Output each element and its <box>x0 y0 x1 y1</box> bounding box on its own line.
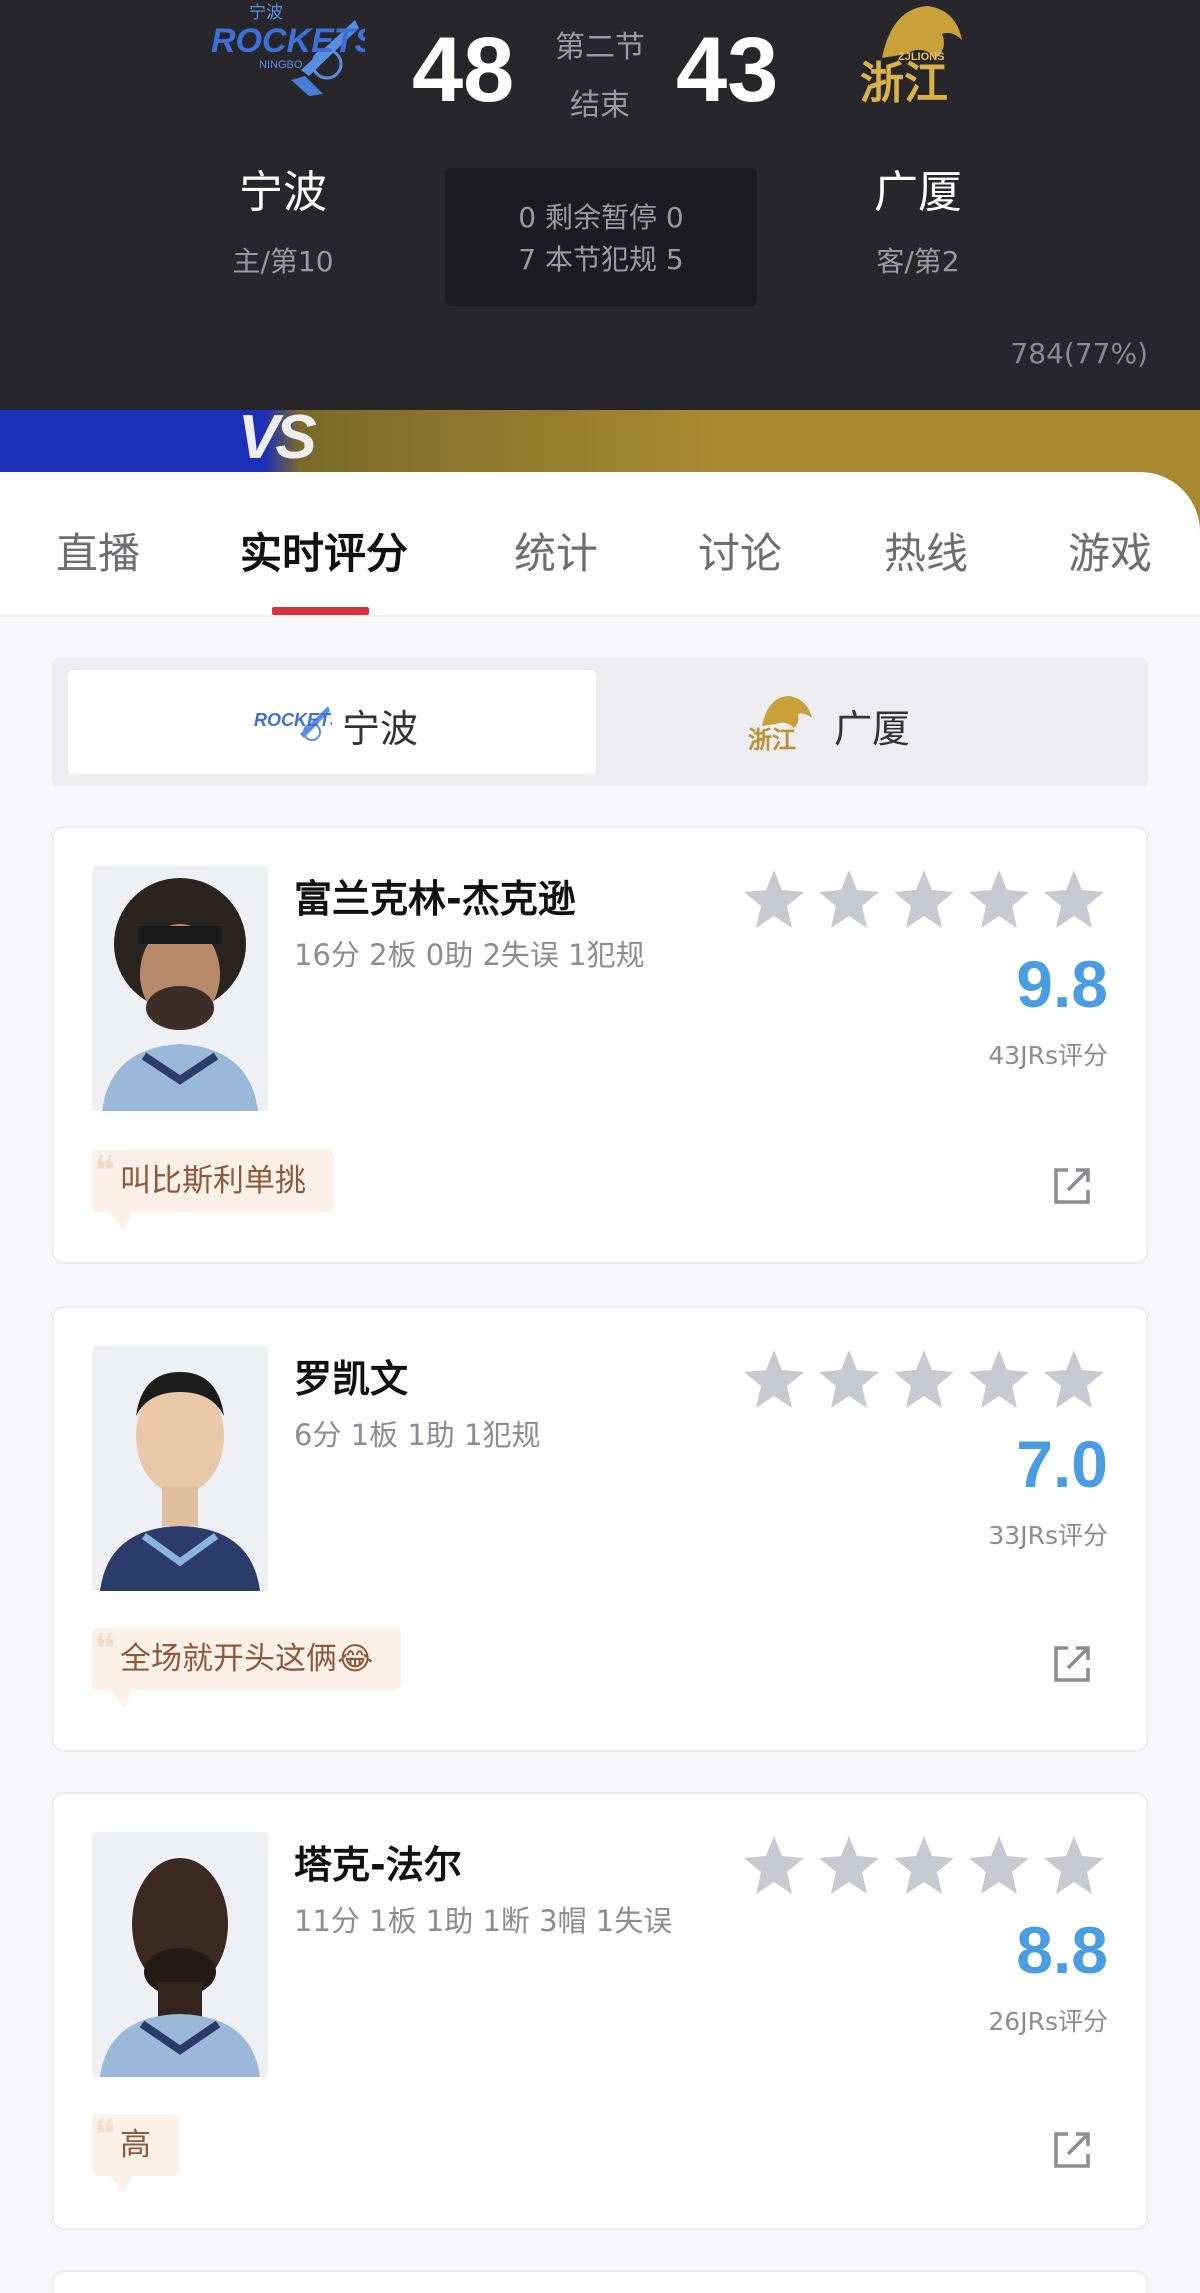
comment-tail <box>110 2176 132 2194</box>
period-fouls: 7 本节犯规 5 <box>518 243 684 276</box>
player-rating: 9.8 <box>1016 947 1108 1021</box>
star-icon <box>744 1836 804 1894</box>
star-icon <box>819 870 879 928</box>
player-photo <box>92 866 268 1111</box>
home-score: 48 <box>412 19 515 121</box>
svg-text:ROCKETS: ROCKETS <box>254 710 332 730</box>
star-icon <box>1044 1836 1104 1894</box>
period-status: 结束 <box>570 88 630 123</box>
player-rating: 8.8 <box>1016 1913 1108 1987</box>
team-switch-home[interactable]: ROCKETS 宁波 <box>68 670 596 774</box>
quote-icon: ❝ <box>94 2112 116 2158</box>
star-icon <box>744 1350 804 1408</box>
star-icon <box>1044 870 1104 928</box>
player-rating: 7.0 <box>1016 1427 1108 1501</box>
comment-text: 叫比斯利单挑 <box>120 1163 306 1199</box>
rating-stars[interactable] <box>744 1348 1114 1414</box>
player-photo <box>92 1832 268 2077</box>
tab-bar: 直播 实时评分 统计 讨论 热线 游戏 <box>0 472 1200 617</box>
svg-text:NINGBO: NINGBO <box>259 59 303 71</box>
comment-text: 高 <box>120 2127 151 2163</box>
game-info-box: 0 剩余暂停 0 7 本节犯规 5 <box>445 168 757 306</box>
away-score: 43 <box>676 19 779 121</box>
star-icon <box>1044 1350 1104 1408</box>
star-icon <box>819 1836 879 1894</box>
comment-text: 全场就开头这俩😂 <box>120 1641 374 1677</box>
team-switcher: ROCKETS 宁波 浙江 广厦 <box>52 658 1148 786</box>
top-comment[interactable]: ❝ 高 <box>92 2112 179 2194</box>
top-comment[interactable]: ❝ 叫比斯利单挑 <box>92 1148 334 1230</box>
away-team-name: 广厦 <box>874 167 962 218</box>
timeouts-remaining: 0 剩余暂停 0 <box>518 201 684 234</box>
player-card-partial[interactable] <box>52 2270 1148 2293</box>
popularity-count: 784(77%) <box>1010 337 1148 370</box>
player-stats: 16分 2板 0助 2失误 1犯规 <box>294 938 645 972</box>
team-switch-away[interactable]: 浙江 广厦 <box>604 670 1132 774</box>
active-tab-indicator <box>272 607 369 615</box>
away-team-logo-small: 浙江 <box>748 696 812 752</box>
share-icon[interactable] <box>1050 1164 1094 1208</box>
team-switch-away-label: 广厦 <box>834 707 911 751</box>
star-icon <box>819 1350 879 1408</box>
away-team-standing: 客/第2 <box>876 245 960 278</box>
svg-text:ROCKETS: ROCKETS <box>211 22 365 60</box>
quote-icon: ❝ <box>94 1148 116 1194</box>
star-icon <box>969 1836 1029 1894</box>
player-name: 罗凯文 <box>294 1357 409 1401</box>
star-icon <box>894 1350 954 1408</box>
comment-tail <box>110 1690 132 1708</box>
tab-hotline[interactable]: 热线 <box>884 520 968 581</box>
share-icon[interactable] <box>1050 2128 1094 2172</box>
vs-label: VS <box>238 403 317 472</box>
player-stats: 6分 1板 1助 1犯规 <box>294 1418 541 1452</box>
player-name: 富兰克林-杰克逊 <box>294 877 576 921</box>
svg-text:宁波: 宁波 <box>249 3 283 23</box>
home-team-logo: ROCKETS 宁波 NINGBO <box>211 3 365 96</box>
rating-count: 26JRs评分 <box>988 2007 1108 2036</box>
star-icon <box>894 1836 954 1894</box>
tab-games[interactable]: 游戏 <box>1068 520 1152 581</box>
away-team-logo: ZJLIONS 浙江 <box>860 6 962 105</box>
rating-stars[interactable] <box>744 1834 1114 1900</box>
player-card[interactable]: 罗凯文 6分 1板 1助 1犯规 7.0 33JRs评分 ❝ 全场就开头这俩😂 <box>52 1306 1148 1752</box>
player-card[interactable]: 塔克-法尔 11分 1板 1助 1断 3帽 1失误 8.8 26JRs评分 ❝ … <box>52 1792 1148 2230</box>
svg-text:浙江: 浙江 <box>860 58 948 105</box>
player-name: 塔克-法尔 <box>294 1843 462 1887</box>
share-icon[interactable] <box>1050 1642 1094 1686</box>
rating-count: 33JRs评分 <box>988 1521 1108 1550</box>
rating-count: 43JRs评分 <box>988 1041 1108 1070</box>
star-icon <box>969 1350 1029 1408</box>
comment-tail <box>110 1212 132 1230</box>
player-card[interactable]: 富兰克林-杰克逊 16分 2板 0助 2失误 1犯规 9.8 43JRs评分 ❝… <box>52 826 1148 1264</box>
player-stats: 11分 1板 1助 1断 3帽 1失误 <box>294 1904 673 1938</box>
tab-live-ratings[interactable]: 实时评分 <box>240 520 408 581</box>
star-icon <box>744 870 804 928</box>
star-icon <box>969 870 1029 928</box>
quote-icon: ❝ <box>94 1626 116 1672</box>
scoreboard-header: ROCKETS 宁波 NINGBO 48 第二节 结束 43 ZJLIONS 浙… <box>0 0 1200 410</box>
team-switch-home-label: 宁波 <box>342 707 419 751</box>
tab-live[interactable]: 直播 <box>56 520 140 581</box>
player-photo <box>92 1346 268 1591</box>
home-team-standing: 主/第10 <box>232 245 334 278</box>
star-icon <box>894 870 954 928</box>
svg-text:浙江: 浙江 <box>748 726 796 752</box>
rating-stars[interactable] <box>744 868 1114 934</box>
home-team-logo-small: ROCKETS <box>254 706 332 741</box>
home-team-name: 宁波 <box>239 167 327 218</box>
tab-stats[interactable]: 统计 <box>514 520 598 581</box>
top-comment[interactable]: ❝ 全场就开头这俩😂 <box>92 1626 402 1708</box>
period-label: 第二节 <box>555 30 645 65</box>
tab-discussion[interactable]: 讨论 <box>698 520 782 581</box>
